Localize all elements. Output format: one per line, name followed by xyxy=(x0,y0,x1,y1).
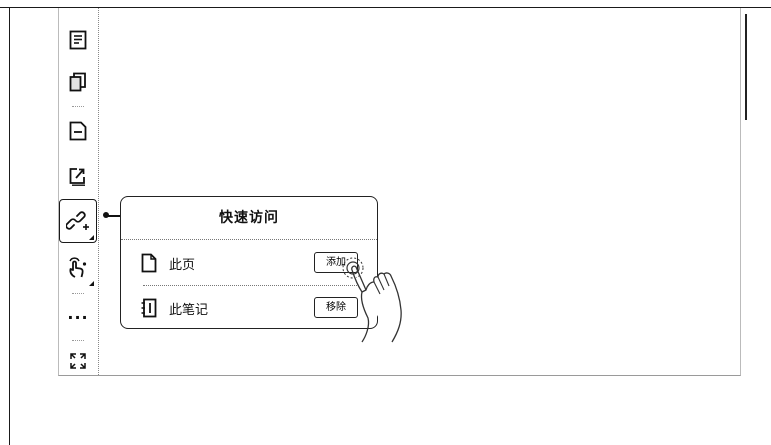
scrollbar[interactable] xyxy=(745,14,747,120)
gesture-button[interactable] xyxy=(58,248,98,288)
more-dots-icon: ··· xyxy=(67,308,89,327)
notebook-icon xyxy=(141,298,157,322)
row-label-page: 此页 xyxy=(169,258,196,273)
connector-line xyxy=(105,215,121,217)
popup-title: 快速访问 xyxy=(219,210,279,226)
toc-button[interactable] xyxy=(58,20,98,60)
toolbar-separator xyxy=(72,106,84,107)
page-remove-button[interactable] xyxy=(58,111,98,151)
expand-arrows-icon xyxy=(70,353,86,369)
popup-divider xyxy=(121,239,377,240)
fullscreen-button[interactable] xyxy=(58,341,98,381)
document-lines-icon xyxy=(69,30,87,50)
toolbar-separator xyxy=(72,293,84,294)
expand-corner-icon xyxy=(89,281,94,286)
expand-corner-icon xyxy=(89,235,94,240)
export-share-icon xyxy=(69,168,85,186)
tap-hand-icon xyxy=(340,246,420,348)
page-minus-icon xyxy=(69,121,87,141)
export-button[interactable] xyxy=(58,156,98,196)
hand-gesture-icon xyxy=(69,257,87,278)
left-border xyxy=(9,8,10,445)
quick-access-row-notebook: 此笔记 移除 xyxy=(121,286,377,330)
copy-pages-icon xyxy=(69,72,86,92)
row-label-notebook: 此笔记 xyxy=(169,303,209,318)
more-button[interactable]: ··· xyxy=(58,298,98,338)
page-icon xyxy=(141,253,157,277)
quick-access-row-page: 此页 添加 xyxy=(121,241,377,285)
side-toolbar: ··· xyxy=(58,8,99,375)
pages-button[interactable] xyxy=(58,62,98,102)
link-add-icon xyxy=(66,211,89,230)
quick-access-button[interactable] xyxy=(59,199,97,243)
